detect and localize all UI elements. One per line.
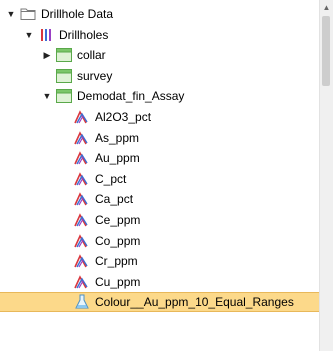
tree-item-label: Ce_ppm	[95, 213, 141, 227]
tree-item-al2o3-pct[interactable]: Al2O3_pct	[0, 107, 320, 127]
tree-item-c-pct[interactable]: C_pct	[0, 169, 320, 189]
tree-item-label: Demodat_fin_Assay	[77, 89, 185, 104]
arrow-spacer	[59, 111, 71, 123]
numeric-field-icon	[74, 191, 90, 207]
tree-item-drillholes[interactable]: ▼ Drillholes	[0, 25, 320, 45]
drillholes-icon	[38, 27, 54, 43]
tree-item-demodat-fin-assay[interactable]: ▼ Demodat_fin_Assay	[0, 86, 320, 106]
tree-item-as-ppm[interactable]: As_ppm	[0, 128, 320, 148]
tree-item-label: Cr_ppm	[95, 254, 138, 269]
tree-item-cr-ppm[interactable]: Cr_ppm	[0, 251, 320, 271]
table-icon	[56, 88, 72, 104]
table-icon	[56, 47, 72, 63]
arrow-spacer	[59, 152, 71, 164]
arrow-spacer	[59, 214, 71, 226]
arrow-spacer	[59, 276, 71, 288]
vertical-scrollbar[interactable]: ▲	[319, 0, 333, 351]
tree-item-label: Drillhole Data	[41, 7, 114, 21]
arrow-spacer	[59, 193, 71, 205]
tree-view[interactable]: ▼ Drillhole Data ▼ Drillholes ▶ collar survey ▼…	[0, 0, 320, 351]
scroll-thumb[interactable]	[322, 16, 330, 86]
numeric-field-icon	[74, 109, 90, 125]
tree-item-label: Au_ppm	[95, 151, 140, 166]
arrow-spacer	[59, 132, 71, 144]
tree-item-label: Al2O3_pct	[95, 110, 152, 124]
tree-item-label: Cu_ppm	[95, 274, 141, 289]
tree-item-label: survey	[77, 68, 113, 83]
scroll-up-arrow-icon[interactable]: ▲	[320, 0, 333, 14]
numeric-field-icon	[74, 274, 90, 290]
table-icon	[56, 68, 72, 84]
arrow-spacer	[59, 296, 71, 308]
tree-item-au-ppm[interactable]: Au_ppm	[0, 148, 320, 168]
tree-item-label: Colour__Au_ppm_10_Equal_Ranges	[95, 295, 294, 310]
arrow-spacer	[59, 255, 71, 267]
numeric-field-icon	[74, 150, 90, 166]
arrow-spacer	[59, 235, 71, 247]
numeric-field-icon	[74, 130, 90, 146]
tree-item-collar[interactable]: ▶ collar	[0, 45, 320, 65]
flask-icon	[74, 294, 90, 310]
tree-item-cu-ppm[interactable]: Cu_ppm	[0, 272, 320, 292]
collapse-arrow-icon[interactable]: ▶	[41, 49, 53, 61]
tree-item-label: Drillholes	[59, 27, 109, 42]
numeric-field-icon	[74, 253, 90, 269]
arrow-spacer	[59, 173, 71, 185]
arrow-spacer	[41, 70, 53, 82]
folder-icon	[20, 6, 36, 22]
expand-arrow-icon[interactable]: ▼	[5, 8, 17, 20]
tree-item-label: Ca_pct	[95, 192, 134, 207]
tree-item-drillhole-data[interactable]: ▼ Drillhole Data	[0, 4, 320, 24]
numeric-field-icon	[74, 233, 90, 249]
numeric-field-icon	[74, 212, 90, 228]
tree-item-label: Co_ppm	[95, 233, 141, 248]
tree-item-co-ppm[interactable]: Co_ppm	[0, 231, 320, 251]
tree-item-colour-au-ppm-10-equal-ranges[interactable]: Colour__Au_ppm_10_Equal_Ranges	[0, 292, 320, 313]
expand-arrow-icon[interactable]: ▼	[23, 29, 35, 41]
tree-item-survey[interactable]: survey	[0, 66, 320, 86]
tree-item-label: As_ppm	[95, 130, 140, 145]
tree-item-label: C_pct	[95, 171, 127, 186]
tree-item-ca-pct[interactable]: Ca_pct	[0, 189, 320, 209]
numeric-field-icon	[74, 171, 90, 187]
expand-arrow-icon[interactable]: ▼	[41, 90, 53, 102]
tree-item-ce-ppm[interactable]: Ce_ppm	[0, 210, 320, 230]
tree-item-label: collar	[77, 48, 106, 63]
